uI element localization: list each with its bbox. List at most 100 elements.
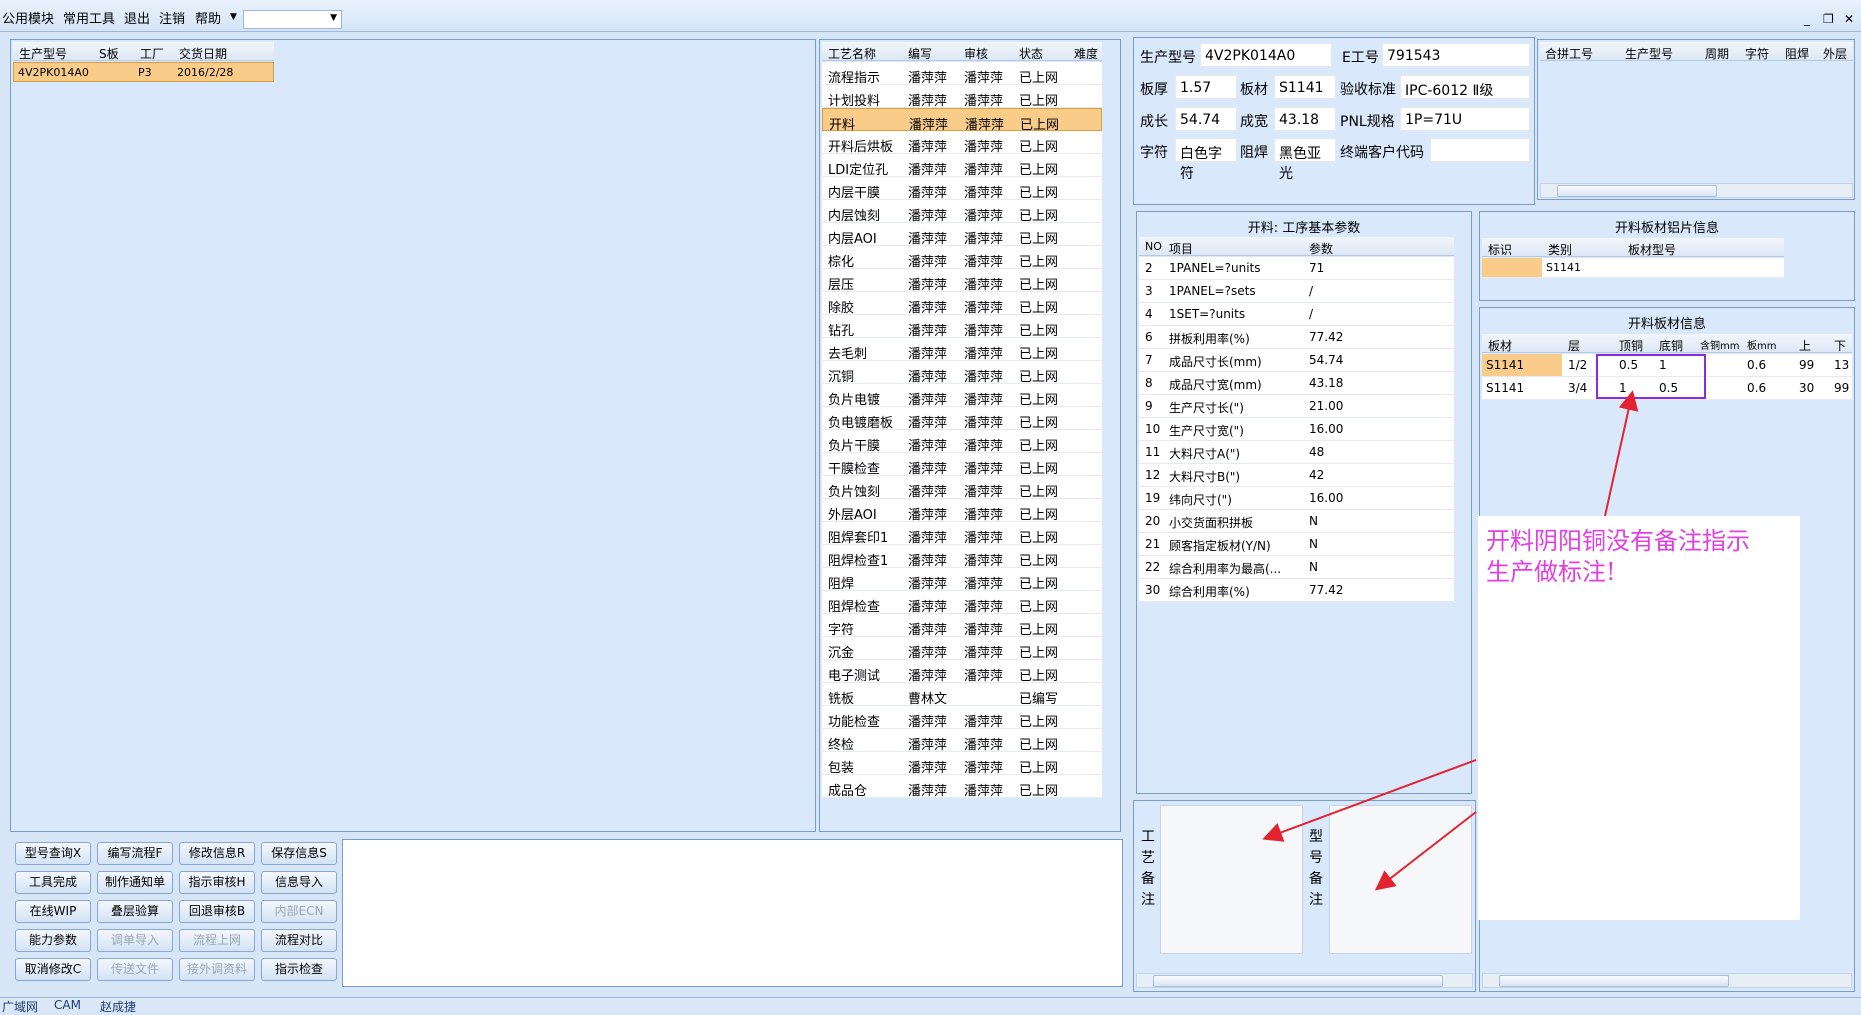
action-button[interactable]: 内部ECN xyxy=(261,900,337,923)
menu-item-logout[interactable]: 注销 xyxy=(159,8,185,27)
merge-hscroll[interactable] xyxy=(1540,183,1853,198)
scroll-thumb[interactable] xyxy=(1153,975,1443,987)
table-row[interactable]: 阻焊 潘萍萍 潘萍萍 已上网 xyxy=(822,568,1102,592)
model-field[interactable]: 4V2PK014A0 xyxy=(1200,43,1332,67)
table-row[interactable]: 钻孔 潘萍萍 潘萍萍 已上网 xyxy=(822,315,1102,339)
action-button[interactable]: 取消修改C xyxy=(15,958,91,981)
table-row[interactable]: 19 纬向尺寸(") 16.00 xyxy=(1139,487,1454,510)
table-row[interactable]: 开料后烘板 潘萍萍 潘萍萍 已上网 xyxy=(822,131,1102,155)
col-status[interactable]: 状态 xyxy=(1019,45,1043,62)
customer-field[interactable] xyxy=(1430,138,1530,162)
action-button[interactable]: 修改信息R xyxy=(179,842,255,865)
table-row[interactable]: 成品仓 潘萍萍 潘萍萍 已上网 xyxy=(822,775,1102,799)
action-button[interactable]: 编写流程F xyxy=(97,842,173,865)
scroll-thumb[interactable] xyxy=(1499,975,1729,987)
table-row[interactable]: 沉金 潘萍萍 潘萍萍 已上网 xyxy=(822,637,1102,661)
table-row[interactable]: 20 小交货面积拼板 N xyxy=(1139,510,1454,533)
chevron-down-icon[interactable]: ▼ xyxy=(230,12,237,22)
col-item[interactable]: 项目 xyxy=(1169,240,1193,257)
col-param[interactable]: 参数 xyxy=(1309,240,1333,257)
table-row[interactable]: 沉铜 潘萍萍 潘萍萍 已上网 xyxy=(822,361,1102,385)
table-row[interactable]: 2 1PANEL=?units 71 xyxy=(1139,257,1454,280)
col-factory[interactable]: 工厂 xyxy=(140,45,164,62)
action-button[interactable]: 传送文件 xyxy=(97,958,173,981)
table-row[interactable]: 干膜检查 潘萍萍 潘萍萍 已上网 xyxy=(822,453,1102,477)
col-top-copper[interactable]: 顶铜 xyxy=(1619,337,1643,354)
col-process-name[interactable]: 工艺名称 xyxy=(828,45,876,62)
length-field[interactable]: 54.74 xyxy=(1175,107,1237,131)
restore-icon[interactable]: ❐ xyxy=(1823,12,1834,26)
col-board-mm[interactable]: 板mm xyxy=(1747,337,1776,352)
action-button[interactable]: 流程对比 xyxy=(261,929,337,952)
menu-combo[interactable]: ▼ xyxy=(243,10,342,29)
minimize-icon[interactable]: _ xyxy=(1804,12,1810,26)
col-due-date[interactable]: 交货日期 xyxy=(179,45,227,62)
table-row[interactable]: 阻焊套印1 潘萍萍 潘萍萍 已上网 xyxy=(822,522,1102,546)
table-row[interactable]: 流程指示 潘萍萍 潘萍萍 已上网 xyxy=(822,62,1102,86)
col-no[interactable]: NO xyxy=(1145,240,1162,253)
col-copper-mm[interactable]: 含铜mm xyxy=(1700,337,1739,352)
table-row[interactable]: 11 大料尺寸A(") 48 xyxy=(1139,441,1454,464)
col-merge-period[interactable]: 周期 xyxy=(1705,45,1729,62)
craft-remark-textarea[interactable] xyxy=(1160,805,1303,954)
table-row[interactable]: 电子测试 潘萍萍 潘萍萍 已上网 xyxy=(822,660,1102,684)
col-category[interactable]: 类别 xyxy=(1548,241,1572,258)
col-layer[interactable]: 层 xyxy=(1568,337,1580,354)
col-mark[interactable]: 标识 xyxy=(1488,241,1512,258)
table-row[interactable]: 层压 潘萍萍 潘萍萍 已上网 xyxy=(822,269,1102,293)
material-field[interactable]: S1141 xyxy=(1274,75,1336,99)
action-button[interactable]: 工具完成 xyxy=(15,871,91,894)
action-button[interactable]: 回退审核B xyxy=(179,900,255,923)
thick-field[interactable]: 1.57 xyxy=(1175,75,1237,99)
table-row[interactable]: 10 生产尺寸宽(") 16.00 xyxy=(1139,418,1454,441)
col-sheet-model[interactable]: 板材型号 xyxy=(1628,241,1676,258)
char-field[interactable]: 白色字符 xyxy=(1175,138,1237,182)
table-row[interactable]: 4 1SET=?units / xyxy=(1139,303,1454,326)
table-row[interactable]: 12 大料尺寸B(") 42 xyxy=(1139,464,1454,487)
standard-field[interactable]: IPC-6012 Ⅱ级 xyxy=(1400,75,1530,99)
table-row[interactable]: 负片电镀 潘萍萍 潘萍萍 已上网 xyxy=(822,384,1102,408)
table-row[interactable]: 字符 潘萍萍 潘萍萍 已上网 xyxy=(822,614,1102,638)
action-button[interactable]: 制作通知单 xyxy=(97,871,173,894)
table-row[interactable]: S1141 xyxy=(1482,258,1784,278)
table-row[interactable]: 去毛刺 潘萍萍 潘萍萍 已上网 xyxy=(822,338,1102,362)
action-button[interactable]: 流程上网 xyxy=(179,929,255,952)
table-row[interactable]: 内层蚀刻 潘萍萍 潘萍萍 已上网 xyxy=(822,200,1102,224)
width-field[interactable]: 43.18 xyxy=(1274,107,1336,131)
col-board[interactable]: 板材 xyxy=(1488,337,1512,354)
table-row[interactable]: 22 综合利用率为最高(... N xyxy=(1139,556,1454,579)
table-row[interactable]: 6 拼板利用率(%) 77.42 xyxy=(1139,326,1454,349)
table-row[interactable]: 9 生产尺寸长(") 21.00 xyxy=(1139,395,1454,418)
action-button[interactable]: 接外调资料 xyxy=(179,958,255,981)
col-s-board[interactable]: S板 xyxy=(99,45,119,62)
menu-item-tools[interactable]: 常用工具 xyxy=(63,8,115,27)
action-button[interactable]: 能力参数 xyxy=(15,929,91,952)
col-difficulty[interactable]: 难度 xyxy=(1074,45,1098,62)
col-merge-mask[interactable]: 阻焊 xyxy=(1785,45,1809,62)
col-bottom-copper[interactable]: 底铜 xyxy=(1659,337,1683,354)
table-row[interactable]: 功能检查 潘萍萍 潘萍萍 已上网 xyxy=(822,706,1102,730)
col-author[interactable]: 编写 xyxy=(908,45,932,62)
menu-item-help[interactable]: 帮助 xyxy=(195,8,221,27)
col-reviewer[interactable]: 审核 xyxy=(964,45,988,62)
remarks-hscroll[interactable] xyxy=(1136,973,1473,988)
table-row[interactable]: 开料 潘萍萍 潘萍萍 已上网 xyxy=(822,108,1102,133)
table-row[interactable]: 铣板 曹林文 已编写 xyxy=(822,683,1102,707)
col-merge-model[interactable]: 生产型号 xyxy=(1625,45,1673,62)
action-button[interactable]: 指示检查 xyxy=(261,958,337,981)
table-row[interactable]: 3 1PANEL=?sets / xyxy=(1139,280,1454,303)
col-merge-char[interactable]: 字符 xyxy=(1745,45,1769,62)
scroll-thumb[interactable] xyxy=(1557,185,1717,197)
table-row[interactable]: 7 成品尺寸长(mm) 54.74 xyxy=(1139,349,1454,372)
table-row[interactable]: 阻焊检查 潘萍萍 潘萍萍 已上网 xyxy=(822,591,1102,615)
table-row[interactable]: 内层干膜 潘萍萍 潘萍萍 已上网 xyxy=(822,177,1102,201)
table-row[interactable]: 负片干膜 潘萍萍 潘萍萍 已上网 xyxy=(822,430,1102,454)
col-up[interactable]: 上 xyxy=(1799,337,1811,354)
table-row[interactable]: 阻焊检查1 潘萍萍 潘萍萍 已上网 xyxy=(822,545,1102,569)
action-button[interactable]: 型号查询X xyxy=(15,842,91,865)
model-remark-textarea[interactable] xyxy=(1329,805,1472,954)
table-row[interactable]: 棕化 潘萍萍 潘萍萍 已上网 xyxy=(822,246,1102,270)
table-row[interactable]: 外层AOI 潘萍萍 潘萍萍 已上网 xyxy=(822,499,1102,523)
table-row[interactable]: 内层AOI 潘萍萍 潘萍萍 已上网 xyxy=(822,223,1102,247)
col-merge-outer[interactable]: 外层 xyxy=(1823,45,1847,62)
